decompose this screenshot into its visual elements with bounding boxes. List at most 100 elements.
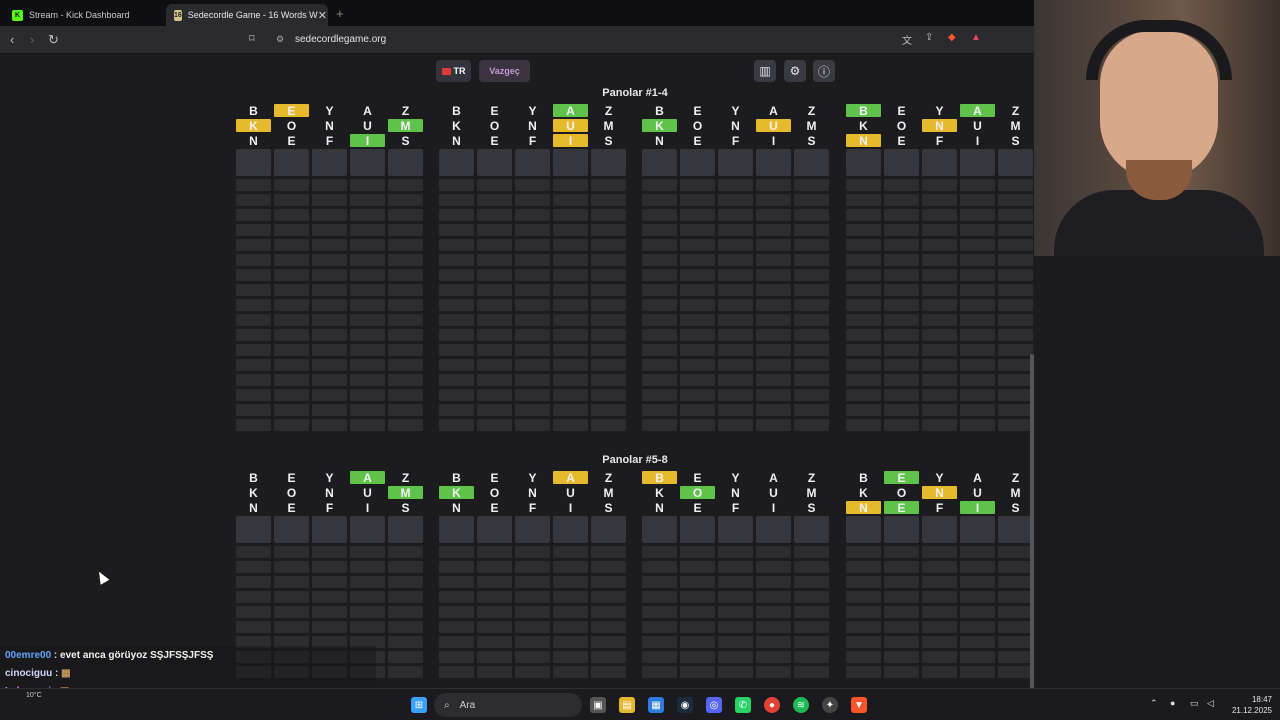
empty-tile xyxy=(312,179,347,191)
empty-tile xyxy=(846,239,881,251)
chrome-icon[interactable]: ● xyxy=(764,697,780,713)
empty-tile xyxy=(998,621,1033,633)
windows-start-icon[interactable]: ⊞ xyxy=(411,697,427,713)
empty-tile xyxy=(274,314,309,326)
empty-tile xyxy=(439,269,474,281)
letter-tile: U xyxy=(553,119,588,133)
empty-tile xyxy=(350,224,385,236)
empty-tile xyxy=(388,224,423,236)
empty-tile xyxy=(642,621,677,633)
language-label: TR xyxy=(453,66,466,76)
brave-shield-icon[interactable]: ◆ xyxy=(948,32,956,43)
empty-tile xyxy=(960,651,995,663)
empty-tile xyxy=(236,374,271,386)
clock[interactable]: 18:47 21.12.2025 xyxy=(1232,694,1272,716)
empty-tile xyxy=(998,239,1033,251)
empty-tile xyxy=(846,314,881,326)
empty-tile xyxy=(960,606,995,618)
letter-tile: K xyxy=(452,118,461,133)
empty-tile xyxy=(794,621,829,633)
letter-tile: U xyxy=(973,118,982,133)
empty-tile xyxy=(350,284,385,296)
give-up-button[interactable]: Vazgeç xyxy=(479,60,530,82)
bookmark-icon[interactable]: ⌑ xyxy=(249,32,255,45)
app-icon[interactable]: ✦ xyxy=(822,697,838,713)
microphone-icon[interactable]: ● xyxy=(1170,698,1175,708)
spotify-icon[interactable]: ≋ xyxy=(793,697,809,713)
clock-date: 21.12.2025 xyxy=(1231,706,1272,715)
empty-tile xyxy=(756,269,791,281)
empty-tile xyxy=(718,239,753,251)
language-button[interactable]: TR xyxy=(436,60,471,82)
reload-icon[interactable]: ↻ xyxy=(48,32,59,48)
letter-tile: Y xyxy=(731,470,740,485)
taskbar-search[interactable]: ⌕ Ara xyxy=(434,693,582,717)
new-tab-icon[interactable]: + xyxy=(336,6,344,21)
empty-tile xyxy=(515,314,550,326)
letter-tile: I xyxy=(960,501,995,515)
empty-tile xyxy=(591,359,626,371)
empty-tile xyxy=(312,389,347,401)
empty-tile xyxy=(312,621,347,633)
task-view-icon[interactable]: ▣ xyxy=(590,697,606,713)
chat-username[interactable]: cinociguu xyxy=(5,668,52,679)
tab-kick-dashboard[interactable]: K Stream - Kick Dashboard xyxy=(4,4,164,26)
empty-tile xyxy=(680,666,715,678)
empty-tile xyxy=(388,254,423,266)
empty-tile xyxy=(439,404,474,416)
weather-label: 10°C xyxy=(26,692,42,699)
empty-tile xyxy=(960,269,995,281)
file-explorer-icon[interactable]: ▤ xyxy=(619,697,635,713)
empty-tile xyxy=(350,329,385,341)
current-row-tile xyxy=(274,149,309,176)
discord-icon[interactable]: ◎ xyxy=(706,697,722,713)
empty-tile xyxy=(846,636,881,648)
letter-tile: N xyxy=(452,133,461,148)
empty-tile xyxy=(884,254,919,266)
chat-separator: : xyxy=(52,668,62,679)
address-bar[interactable]: sedecordlegame.org xyxy=(295,34,386,45)
volume-icon[interactable]: ◁ xyxy=(1207,698,1214,709)
steam-icon[interactable]: ◉ xyxy=(677,697,693,713)
empty-tile xyxy=(312,344,347,356)
site-info-icon[interactable]: ⚙ xyxy=(276,34,284,45)
current-row-tile xyxy=(922,149,957,176)
empty-tile xyxy=(515,224,550,236)
gear-icon[interactable]: ⚙ xyxy=(784,60,806,82)
brave-rewards-icon[interactable]: ▲ xyxy=(971,32,981,43)
close-icon[interactable]: ✕ xyxy=(318,9,327,22)
letter-tile: I xyxy=(568,500,573,515)
stats-icon[interactable]: ▥ xyxy=(754,60,776,82)
empty-tile xyxy=(388,359,423,371)
letter-tile: E xyxy=(490,500,499,515)
empty-tile xyxy=(236,299,271,311)
empty-tile xyxy=(680,329,715,341)
brave-icon[interactable]: ▼ xyxy=(851,697,867,713)
forward-icon[interactable]: › xyxy=(30,32,34,47)
chat-username[interactable]: 00emre00 xyxy=(5,650,51,661)
translate-icon[interactable]: 文 xyxy=(902,32,912,47)
info-icon[interactable]: ⓘ xyxy=(813,60,835,82)
tab-sedecordle[interactable]: 16 Sedecordle Game - 16 Words W ✕ xyxy=(166,4,328,26)
empty-tile xyxy=(439,576,474,588)
empty-tile xyxy=(591,621,626,633)
empty-tile xyxy=(680,314,715,326)
letter-tile: O xyxy=(286,118,297,133)
store-icon[interactable]: ▦ xyxy=(648,697,664,713)
clock-time: 18:47 xyxy=(1251,695,1272,704)
letter-tile: S xyxy=(604,500,613,515)
share-icon[interactable]: ⇪ xyxy=(925,32,933,43)
network-icon[interactable]: ▭ xyxy=(1190,698,1199,709)
whatsapp-icon[interactable]: ✆ xyxy=(735,697,751,713)
board-top-2: B E Y A Z K O N U M N E F I S xyxy=(439,104,626,434)
letter-tile: Y xyxy=(935,103,944,118)
empty-tile xyxy=(718,591,753,603)
chevron-up-icon[interactable]: ⌃ xyxy=(1150,698,1158,709)
back-icon[interactable]: ‹ xyxy=(10,32,14,47)
empty-tile xyxy=(439,546,474,558)
empty-tile xyxy=(922,636,957,648)
empty-tile xyxy=(477,329,512,341)
letter-tile: Z xyxy=(1011,103,1020,118)
page-margin-right xyxy=(1034,256,1280,688)
empty-tile xyxy=(515,284,550,296)
